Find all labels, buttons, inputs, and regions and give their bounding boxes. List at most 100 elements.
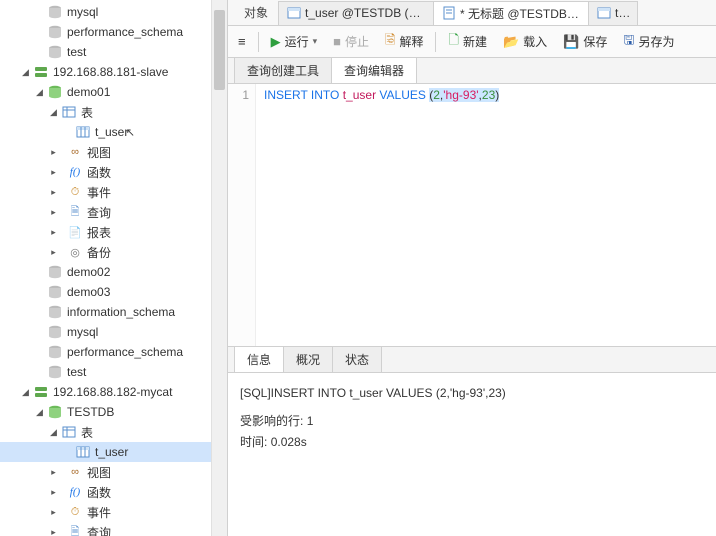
expand-icon[interactable]: ▸ [48, 207, 59, 218]
expand-icon[interactable]: ▸ [48, 187, 59, 198]
folder-queries[interactable]: ▸🗎查询 [0, 202, 227, 222]
tab-info[interactable]: 信息 [234, 346, 284, 372]
database-open-icon [47, 84, 63, 100]
stop-icon: ■ [333, 34, 341, 49]
db-demo03[interactable]: ▸demo03 [0, 282, 227, 302]
editor-tabbar: 对象 t_user @TESTDB (192.168… * 无标题 @TESTD… [228, 0, 716, 26]
sql-editor[interactable]: 1 INSERT INTO t_user VALUES (2,'hg-93',2… [228, 84, 716, 346]
new-button[interactable]: 🗋新建 [444, 29, 490, 55]
database-icon [47, 324, 63, 340]
editor-gutter: 1 [228, 84, 256, 346]
query-icon: 🗎 [67, 524, 83, 536]
database-icon [47, 4, 63, 20]
menu-button[interactable]: ≡ [234, 32, 250, 51]
db-test-2[interactable]: ▸test [0, 362, 227, 382]
expand-icon[interactable]: ▸ [48, 147, 59, 158]
save-icon: 💾 [563, 34, 579, 50]
folder-backup[interactable]: ▸◎备份 [0, 242, 227, 262]
result-sql: [SQL]INSERT INTO t_user VALUES (2,'hg-93… [240, 383, 704, 403]
expand-icon[interactable]: ▸ [48, 247, 59, 258]
play-icon: ▶ [271, 34, 281, 50]
view-icon: ∞ [67, 464, 83, 480]
table-t_user-2[interactable]: ▸t_user [0, 442, 227, 462]
folder-tables-2[interactable]: ◢表 [0, 422, 227, 442]
tab-state[interactable]: 状态 [332, 346, 382, 372]
expand-icon[interactable]: ◢ [34, 407, 45, 418]
dropdown-icon[interactable]: ▾ [313, 36, 318, 47]
expand-icon[interactable]: ◢ [34, 87, 45, 98]
folder-events-2[interactable]: ▸⏱事件 [0, 502, 227, 522]
db-mysql[interactable]: ▸mysql [0, 2, 227, 22]
sidebar: ▸mysql ▸performance_schema ▸test ◢192.16… [0, 0, 228, 536]
function-icon: f() [67, 484, 83, 500]
table-icon [287, 6, 301, 20]
tab-t_u[interactable]: t_u [588, 1, 638, 25]
folder-tables[interactable]: ◢表 [0, 102, 227, 122]
event-icon: ⏱ [67, 184, 83, 200]
database-icon [47, 344, 63, 360]
folder-functions[interactable]: ▸f()函数 [0, 162, 227, 182]
server-icon [33, 384, 49, 400]
hamburger-icon: ≡ [238, 34, 246, 49]
new-icon: 🗋 [448, 31, 458, 53]
editor-code[interactable]: INSERT INTO t_user VALUES (2,'hg-93',23) [256, 84, 507, 346]
table-icon [597, 6, 611, 20]
saveas-button[interactable]: 🖫另存为 [619, 29, 678, 55]
tab-builder[interactable]: 查询创建工具 [234, 57, 332, 83]
report-icon: 📄 [67, 224, 83, 240]
function-icon: f() [67, 164, 83, 180]
expand-icon[interactable]: ◢ [20, 67, 31, 78]
main-panel: 对象 t_user @TESTDB (192.168… * 无标题 @TESTD… [228, 0, 716, 536]
conn-slave[interactable]: ◢192.168.88.181-slave [0, 62, 227, 82]
load-button[interactable]: 📂载入 [499, 31, 551, 52]
sidebar-scrollbar[interactable] [211, 0, 227, 536]
saveas-icon: 🖫 [623, 31, 634, 53]
save-button[interactable]: 💾保存 [559, 31, 611, 52]
explain-icon: 🗟 [385, 31, 395, 53]
explain-button[interactable]: 🗟解释 [381, 29, 427, 55]
db-demo01[interactable]: ◢demo01 [0, 82, 227, 102]
table-t_user[interactable]: ▸t_user↖ [0, 122, 227, 142]
database-icon [47, 284, 63, 300]
run-button[interactable]: ▶运行▾ [267, 31, 322, 52]
expand-icon[interactable]: ▸ [48, 527, 59, 536]
db-mysql-2[interactable]: ▸mysql [0, 322, 227, 342]
result-body: [SQL]INSERT INTO t_user VALUES (2,'hg-93… [228, 373, 716, 536]
event-icon: ⏱ [67, 504, 83, 520]
folder-functions-2[interactable]: ▸f()函数 [0, 482, 227, 502]
query-icon [442, 6, 456, 20]
expand-icon[interactable]: ▸ [48, 487, 59, 498]
result-tabs: 信息 概况 状态 [228, 347, 716, 373]
stop-button: ■停止 [329, 31, 373, 52]
expand-icon[interactable]: ▸ [48, 467, 59, 478]
expand-icon[interactable]: ▸ [48, 507, 59, 518]
expand-icon[interactable]: ◢ [48, 107, 59, 118]
database-icon [47, 24, 63, 40]
expand-icon[interactable]: ▸ [48, 167, 59, 178]
db-testdb[interactable]: ◢TESTDB [0, 402, 227, 422]
tab-editor[interactable]: 查询编辑器 [331, 57, 417, 83]
folder-queries-2[interactable]: ▸🗎查询 [0, 522, 227, 536]
database-icon [47, 264, 63, 280]
db-test[interactable]: ▸test [0, 42, 227, 62]
tab-t_user[interactable]: t_user @TESTDB (192.168… [278, 1, 434, 25]
db-perfschema[interactable]: ▸performance_schema [0, 22, 227, 42]
view-icon: ∞ [67, 144, 83, 160]
folder-views[interactable]: ▸∞视图 [0, 142, 227, 162]
folder-views-2[interactable]: ▸∞视图 [0, 462, 227, 482]
objects-tab[interactable]: 对象 [234, 4, 278, 21]
conn-mycat[interactable]: ◢192.168.88.182-mycat [0, 382, 227, 402]
database-icon [47, 364, 63, 380]
expand-icon[interactable]: ◢ [48, 427, 59, 438]
connection-tree[interactable]: ▸mysql ▸performance_schema ▸test ◢192.16… [0, 0, 227, 536]
expand-icon[interactable]: ▸ [48, 227, 59, 238]
folder-reports[interactable]: ▸📄报表 [0, 222, 227, 242]
db-infoschema[interactable]: ▸information_schema [0, 302, 227, 322]
expand-icon[interactable]: ◢ [20, 387, 31, 398]
tab-untitled[interactable]: * 无标题 @TESTDB (192.1… [433, 1, 589, 25]
db-demo02[interactable]: ▸demo02 [0, 262, 227, 282]
tab-profile[interactable]: 概况 [283, 346, 333, 372]
folder-events[interactable]: ▸⏱事件 [0, 182, 227, 202]
table-icon [75, 444, 91, 460]
db-perfschema-2[interactable]: ▸performance_schema [0, 342, 227, 362]
